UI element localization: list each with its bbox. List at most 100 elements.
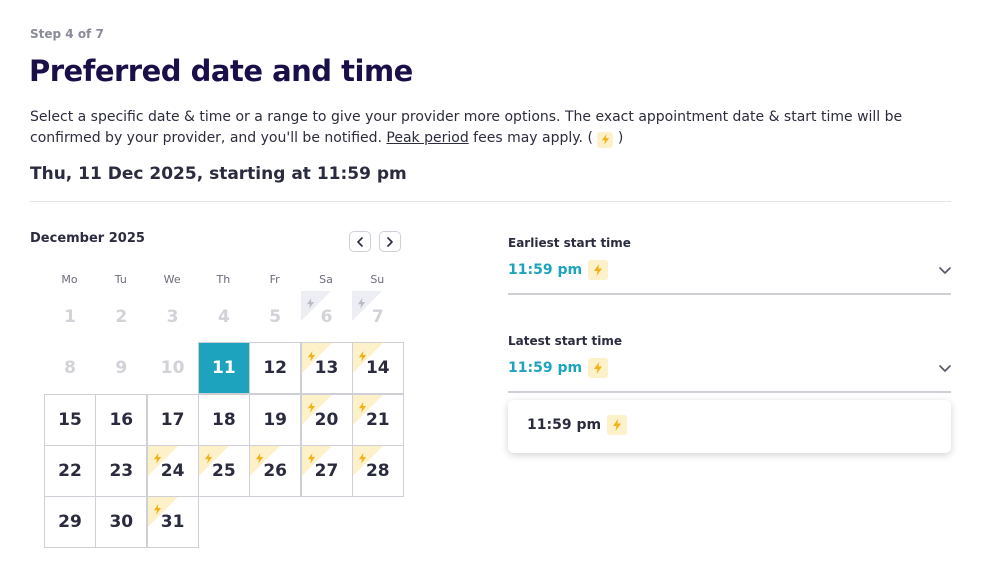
- peak-bolt-icon: [153, 500, 162, 516]
- calendar-day-number: 31: [160, 512, 185, 533]
- time-option[interactable]: 11:59 pm: [527, 415, 628, 435]
- calendar-day-number: 12: [263, 358, 288, 379]
- latest-start-value: 11:59 pm: [508, 360, 583, 376]
- time-dropdown-menu: 11:59 pm: [508, 400, 951, 453]
- calendar-day-number: 18: [212, 409, 236, 430]
- calendar-day-number: 14: [365, 358, 390, 379]
- calendar-day: 10: [147, 342, 199, 394]
- calendar-day[interactable]: 23: [95, 444, 148, 497]
- weekday-label: Su: [370, 273, 385, 286]
- calendar-day[interactable]: 25: [197, 444, 250, 497]
- peak-bolt-icon: [307, 449, 316, 464]
- calendar-day[interactable]: 19: [249, 393, 302, 446]
- chevron-left-icon: [357, 236, 363, 247]
- calendar-day[interactable]: 11: [197, 342, 250, 395]
- chevron-right-icon: [387, 236, 393, 247]
- chevron-down-icon[interactable]: [938, 266, 952, 276]
- weekday-label: We: [163, 273, 181, 286]
- calendar-day[interactable]: 12: [249, 342, 302, 395]
- weekday-label: Tu: [114, 273, 127, 286]
- calendar-day[interactable]: 27: [300, 444, 353, 497]
- step-indicator: Step 4 of 7: [30, 27, 104, 41]
- calendar-day[interactable]: 18: [197, 393, 250, 446]
- calendar-day[interactable]: 14: [351, 342, 404, 395]
- peak-bolt-icon: [358, 346, 367, 362]
- calendar-day-number: 21: [365, 409, 390, 430]
- weekday-label: Mo: [61, 273, 78, 286]
- calendar-day[interactable]: 26: [249, 444, 302, 497]
- calendar-day[interactable]: 31: [146, 496, 199, 549]
- calendar-day-number: 30: [109, 512, 134, 533]
- calendar-day[interactable]: 28: [351, 444, 404, 497]
- calendar-day-number: 16: [109, 409, 134, 430]
- next-month-button[interactable]: [379, 231, 401, 252]
- divider: [30, 201, 951, 202]
- calendar-day[interactable]: 20: [300, 393, 353, 446]
- calendar-day[interactable]: 15: [44, 393, 96, 446]
- calendar-day: 8: [44, 342, 96, 394]
- calendar-day[interactable]: 29: [44, 496, 96, 549]
- peak-bolt-icon: [307, 398, 316, 413]
- peak-bolt-icon: [306, 294, 315, 309]
- earliest-start-underline: [508, 293, 951, 295]
- calendar-day: 6: [300, 291, 353, 343]
- calendar-day-number: 6: [320, 307, 333, 327]
- description-text-3: ): [613, 130, 624, 146]
- calendar-day-number: 29: [58, 512, 82, 533]
- calendar-day-number: 20: [314, 409, 339, 430]
- calendar-day-number: 10: [160, 358, 185, 379]
- peak-bolt-icon: [607, 415, 628, 435]
- description-text-2: fees may apply. (: [468, 130, 593, 146]
- selected-datetime-summary: Thu, 11 Dec 2025, starting at 11:59 pm: [30, 164, 407, 184]
- prev-month-button[interactable]: [349, 231, 371, 252]
- calendar-day: 5: [249, 291, 301, 343]
- calendar-day[interactable]: 13: [300, 342, 353, 395]
- peak-bolt-icon: [588, 358, 609, 378]
- calendar-day-number: 28: [365, 460, 390, 481]
- calendar-day-number: 5: [269, 307, 282, 327]
- weekday-label: Sa: [319, 273, 333, 286]
- calendar-day[interactable]: 17: [146, 393, 199, 446]
- chevron-down-icon[interactable]: [938, 364, 952, 374]
- calendar-day[interactable]: 21: [351, 393, 404, 446]
- calendar-day: 9: [95, 342, 147, 394]
- calendar-day-number: 2: [115, 307, 128, 327]
- calendar-day-number: 4: [217, 307, 230, 327]
- peak-bolt-icon: [357, 294, 366, 309]
- calendar-day: 2: [95, 291, 147, 343]
- latest-start-select[interactable]: 11:59 pm: [508, 358, 609, 378]
- calendar-day-number: 25: [212, 460, 236, 481]
- page-title: Preferred date and time: [29, 54, 413, 88]
- calendar-day-number: 22: [58, 460, 82, 481]
- calendar-day[interactable]: 16: [95, 393, 148, 446]
- time-option-label: 11:59 pm: [527, 417, 602, 433]
- calendar-day[interactable]: 22: [44, 444, 96, 497]
- calendar-day-number: 15: [58, 409, 82, 430]
- peak-bolt-icon: [255, 449, 264, 464]
- calendar-day-number: 8: [64, 358, 76, 379]
- calendar-day-number: 1: [64, 307, 76, 327]
- description: Select a specific date & time or a range…: [30, 107, 930, 149]
- calendar-day[interactable]: 30: [95, 496, 148, 549]
- weekday-label: Fr: [269, 273, 280, 286]
- calendar-day-number: 7: [371, 307, 384, 327]
- calendar-day-number: 19: [263, 409, 288, 430]
- peak-bolt-icon: [307, 346, 316, 362]
- latest-start-label: Latest start time: [508, 334, 622, 348]
- calendar-day-number: 26: [263, 460, 288, 481]
- earliest-start-select[interactable]: 11:59 pm: [508, 260, 609, 280]
- calendar-day[interactable]: 24: [146, 444, 199, 497]
- calendar-day-number: 11: [212, 358, 236, 379]
- peak-bolt-icon: [358, 449, 367, 464]
- peak-bolt-icon: [588, 260, 609, 280]
- calendar-day: 4: [198, 291, 250, 343]
- earliest-start-label: Earliest start time: [508, 236, 631, 250]
- calendar-day-number: 24: [160, 460, 185, 481]
- calendar-day-number: 13: [314, 358, 339, 379]
- peak-bolt-icon: [597, 131, 614, 148]
- peak-bolt-icon: [358, 398, 367, 413]
- weekday-label: Th: [216, 273, 231, 286]
- peak-period-link[interactable]: Peak period: [386, 130, 468, 146]
- calendar-day-number: 23: [109, 460, 134, 481]
- calendar-day: 1: [44, 291, 96, 343]
